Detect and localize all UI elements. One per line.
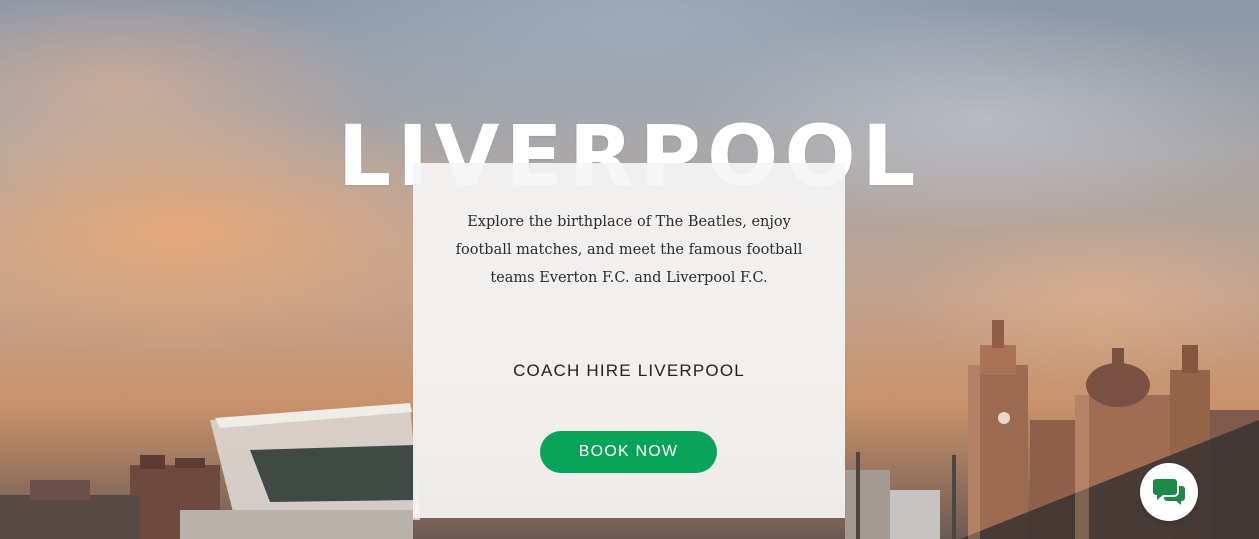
hero-section: LIVERPOOL Explore the birthplace of The … xyxy=(0,0,1259,539)
book-now-button[interactable]: BOOK NOW xyxy=(540,431,717,473)
chat-widget-button[interactable] xyxy=(1140,463,1198,521)
card-description: Explore the birthplace of The Beatles, e… xyxy=(455,214,803,286)
chat-bubbles-icon xyxy=(1153,479,1185,505)
info-card: Explore the birthplace of The Beatles, e… xyxy=(413,163,845,518)
card-subtitle: COACH HIRE LIVERPOOL xyxy=(513,361,745,380)
